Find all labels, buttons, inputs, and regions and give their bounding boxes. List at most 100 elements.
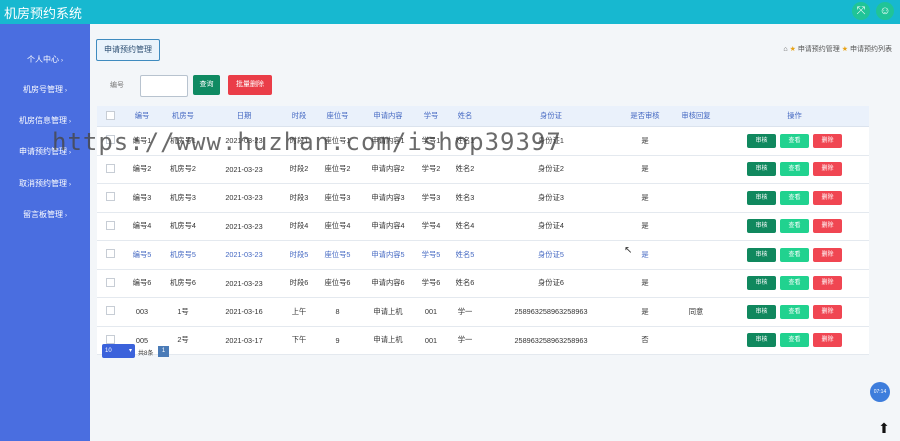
view-button[interactable]: 查看 — [780, 190, 809, 205]
row-checkbox[interactable] — [105, 192, 115, 202]
sidebar-item-room-number[interactable]: 机房号管理 › — [0, 84, 90, 95]
delete-button[interactable]: 删除 — [813, 219, 842, 234]
delete-button[interactable]: 删除 — [813, 190, 842, 205]
page-size-select[interactable]: 10 ▾ — [102, 344, 135, 358]
column-header-id[interactable]: 编号 — [123, 106, 161, 127]
search-button[interactable]: 查询 — [193, 75, 220, 95]
home-icon[interactable]: ⌂ — [783, 46, 787, 53]
table-cell-name: 学一 — [446, 326, 484, 355]
tab-reservation[interactable]: 申请预约管理 — [96, 39, 160, 61]
review-button[interactable]: 审核 — [747, 276, 776, 291]
view-button[interactable]: 查看 — [780, 276, 809, 291]
table-cell-period: 下午 — [283, 326, 315, 355]
table-cell-reviewed: 是 — [618, 297, 672, 327]
table-cell-room: 机房号4 — [161, 212, 205, 241]
table-cell-date: 2021-03-23 — [205, 183, 283, 213]
breadcrumb-item: 申请预约列表 — [850, 46, 892, 53]
table-cell-reply: 同意 — [672, 297, 720, 327]
row-actions: 审核 查看 删除 — [720, 183, 869, 213]
sidebar-item-label: 机房信息管理 — [19, 116, 67, 125]
sidebar-item-room-info[interactable]: 机房信息管理 › — [0, 115, 90, 126]
table-cell-name: 姓名6 — [446, 269, 484, 298]
review-button[interactable]: 审核 — [747, 219, 776, 234]
view-button[interactable]: 查看 — [780, 133, 809, 148]
sidebar-item-label: 个人中心 — [27, 55, 59, 64]
back-to-top-icon[interactable]: ⬆ — [877, 420, 891, 436]
column-header-date[interactable]: 日期 — [205, 106, 283, 127]
column-header-reviewed[interactable]: 是否审核 — [618, 106, 672, 127]
delete-button[interactable]: 删除 — [813, 247, 842, 262]
row-checkbox[interactable] — [105, 249, 115, 259]
column-header-student-id[interactable]: 学号 — [416, 106, 446, 127]
total-count: 共8条 — [138, 351, 154, 357]
table-cell-id: 编号5 — [123, 240, 161, 270]
table-cell-student-id: 学号5 — [416, 240, 446, 270]
batch-delete-button[interactable]: 批量删除 — [228, 75, 272, 95]
row-checkbox[interactable] — [105, 277, 115, 287]
delete-button[interactable]: 删除 — [813, 276, 842, 291]
delete-button[interactable]: 删除 — [813, 162, 842, 177]
row-actions: 审核 查看 删除 — [720, 155, 869, 184]
table-cell-content: 申请内容2 — [360, 155, 416, 184]
table-header: 编号 机房号 日期 时段 座位号 申请内容 学号 姓名 身份证 是否审核 审核回复 操作 — [97, 106, 869, 127]
table-row: 编号5 机房号5 2021-03-23 时段5 座位号5 申请内容5 学号5 姓名5 身份证5 是… — [97, 240, 869, 270]
search-input[interactable] — [140, 75, 188, 97]
column-header-reply[interactable]: 审核回复 — [672, 106, 720, 127]
review-button[interactable]: 审核 — [747, 190, 776, 205]
column-header-name[interactable]: 姓名 — [446, 106, 484, 127]
table-cell-id: 编号4 — [123, 212, 161, 241]
table-cell-student-id: 学号2 — [416, 155, 446, 184]
view-button[interactable]: 查看 — [780, 304, 809, 319]
column-header-seat[interactable]: 座位号 — [315, 106, 360, 127]
column-header-room[interactable]: 机房号 — [161, 106, 205, 127]
table-cell-reply — [672, 183, 720, 213]
table-cell-id: 编号3 — [123, 183, 161, 213]
table-cell-period: 上午 — [283, 297, 315, 327]
review-button[interactable]: 审核 — [747, 333, 776, 348]
select-all-checkbox[interactable] — [105, 110, 115, 120]
breadcrumb-item[interactable]: 申请预约管理 — [798, 46, 840, 53]
delete-button[interactable]: 删除 — [813, 133, 842, 148]
review-button[interactable]: 审核 — [747, 247, 776, 262]
user-icon[interactable]: ☺ — [876, 2, 894, 20]
view-button[interactable]: 查看 — [780, 219, 809, 234]
table-cell-name: 姓名4 — [446, 212, 484, 241]
review-button[interactable]: 审核 — [747, 133, 776, 148]
table-cell-id: 编号2 — [123, 155, 161, 184]
view-button[interactable]: 查看 — [780, 162, 809, 177]
table-cell-id-card: 身份证5 — [484, 240, 618, 270]
row-select-cell — [97, 183, 123, 213]
row-checkbox[interactable] — [105, 220, 115, 230]
column-header-select-all — [97, 106, 123, 127]
sidebar-item-personal-center[interactable]: 个人中心 › — [0, 54, 90, 65]
table-cell-name: 学一 — [446, 297, 484, 327]
view-button[interactable]: 查看 — [780, 247, 809, 262]
view-button[interactable]: 查看 — [780, 333, 809, 348]
column-header-content[interactable]: 申请内容 — [360, 106, 416, 127]
delete-button[interactable]: 删除 — [813, 333, 842, 348]
table-cell-reply — [672, 155, 720, 184]
table-cell-reviewed: 是 — [618, 212, 672, 241]
review-button[interactable]: 审核 — [747, 162, 776, 177]
table-cell-period: 时段3 — [283, 183, 315, 213]
sidebar-item-cancel[interactable]: 取消预约管理 › — [0, 178, 90, 189]
row-select-cell — [97, 212, 123, 241]
chevron-icon: › — [65, 213, 67, 219]
chevron-icon: › — [69, 119, 71, 125]
table-cell-room: 机房号6 — [161, 269, 205, 298]
page-number[interactable]: 1 — [158, 346, 169, 357]
column-header-period[interactable]: 时段 — [283, 106, 315, 127]
table-cell-seat: 座位号4 — [315, 212, 360, 241]
row-checkbox[interactable] — [105, 163, 115, 173]
table-cell-date: 2021-03-17 — [205, 326, 283, 355]
table-cell-reply — [672, 126, 720, 156]
sidebar-item-message-board[interactable]: 留言板管理 › — [0, 209, 90, 220]
row-checkbox[interactable] — [105, 334, 115, 344]
column-header-id-card[interactable]: 身份证 — [484, 106, 618, 127]
delete-button[interactable]: 删除 — [813, 304, 842, 319]
table-cell-date: 2021-03-23 — [205, 212, 283, 241]
table-cell-date: 2021-03-23 — [205, 155, 283, 184]
expand-icon[interactable]: ⤧ — [852, 2, 870, 20]
row-checkbox[interactable] — [105, 306, 115, 316]
review-button[interactable]: 审核 — [747, 304, 776, 319]
